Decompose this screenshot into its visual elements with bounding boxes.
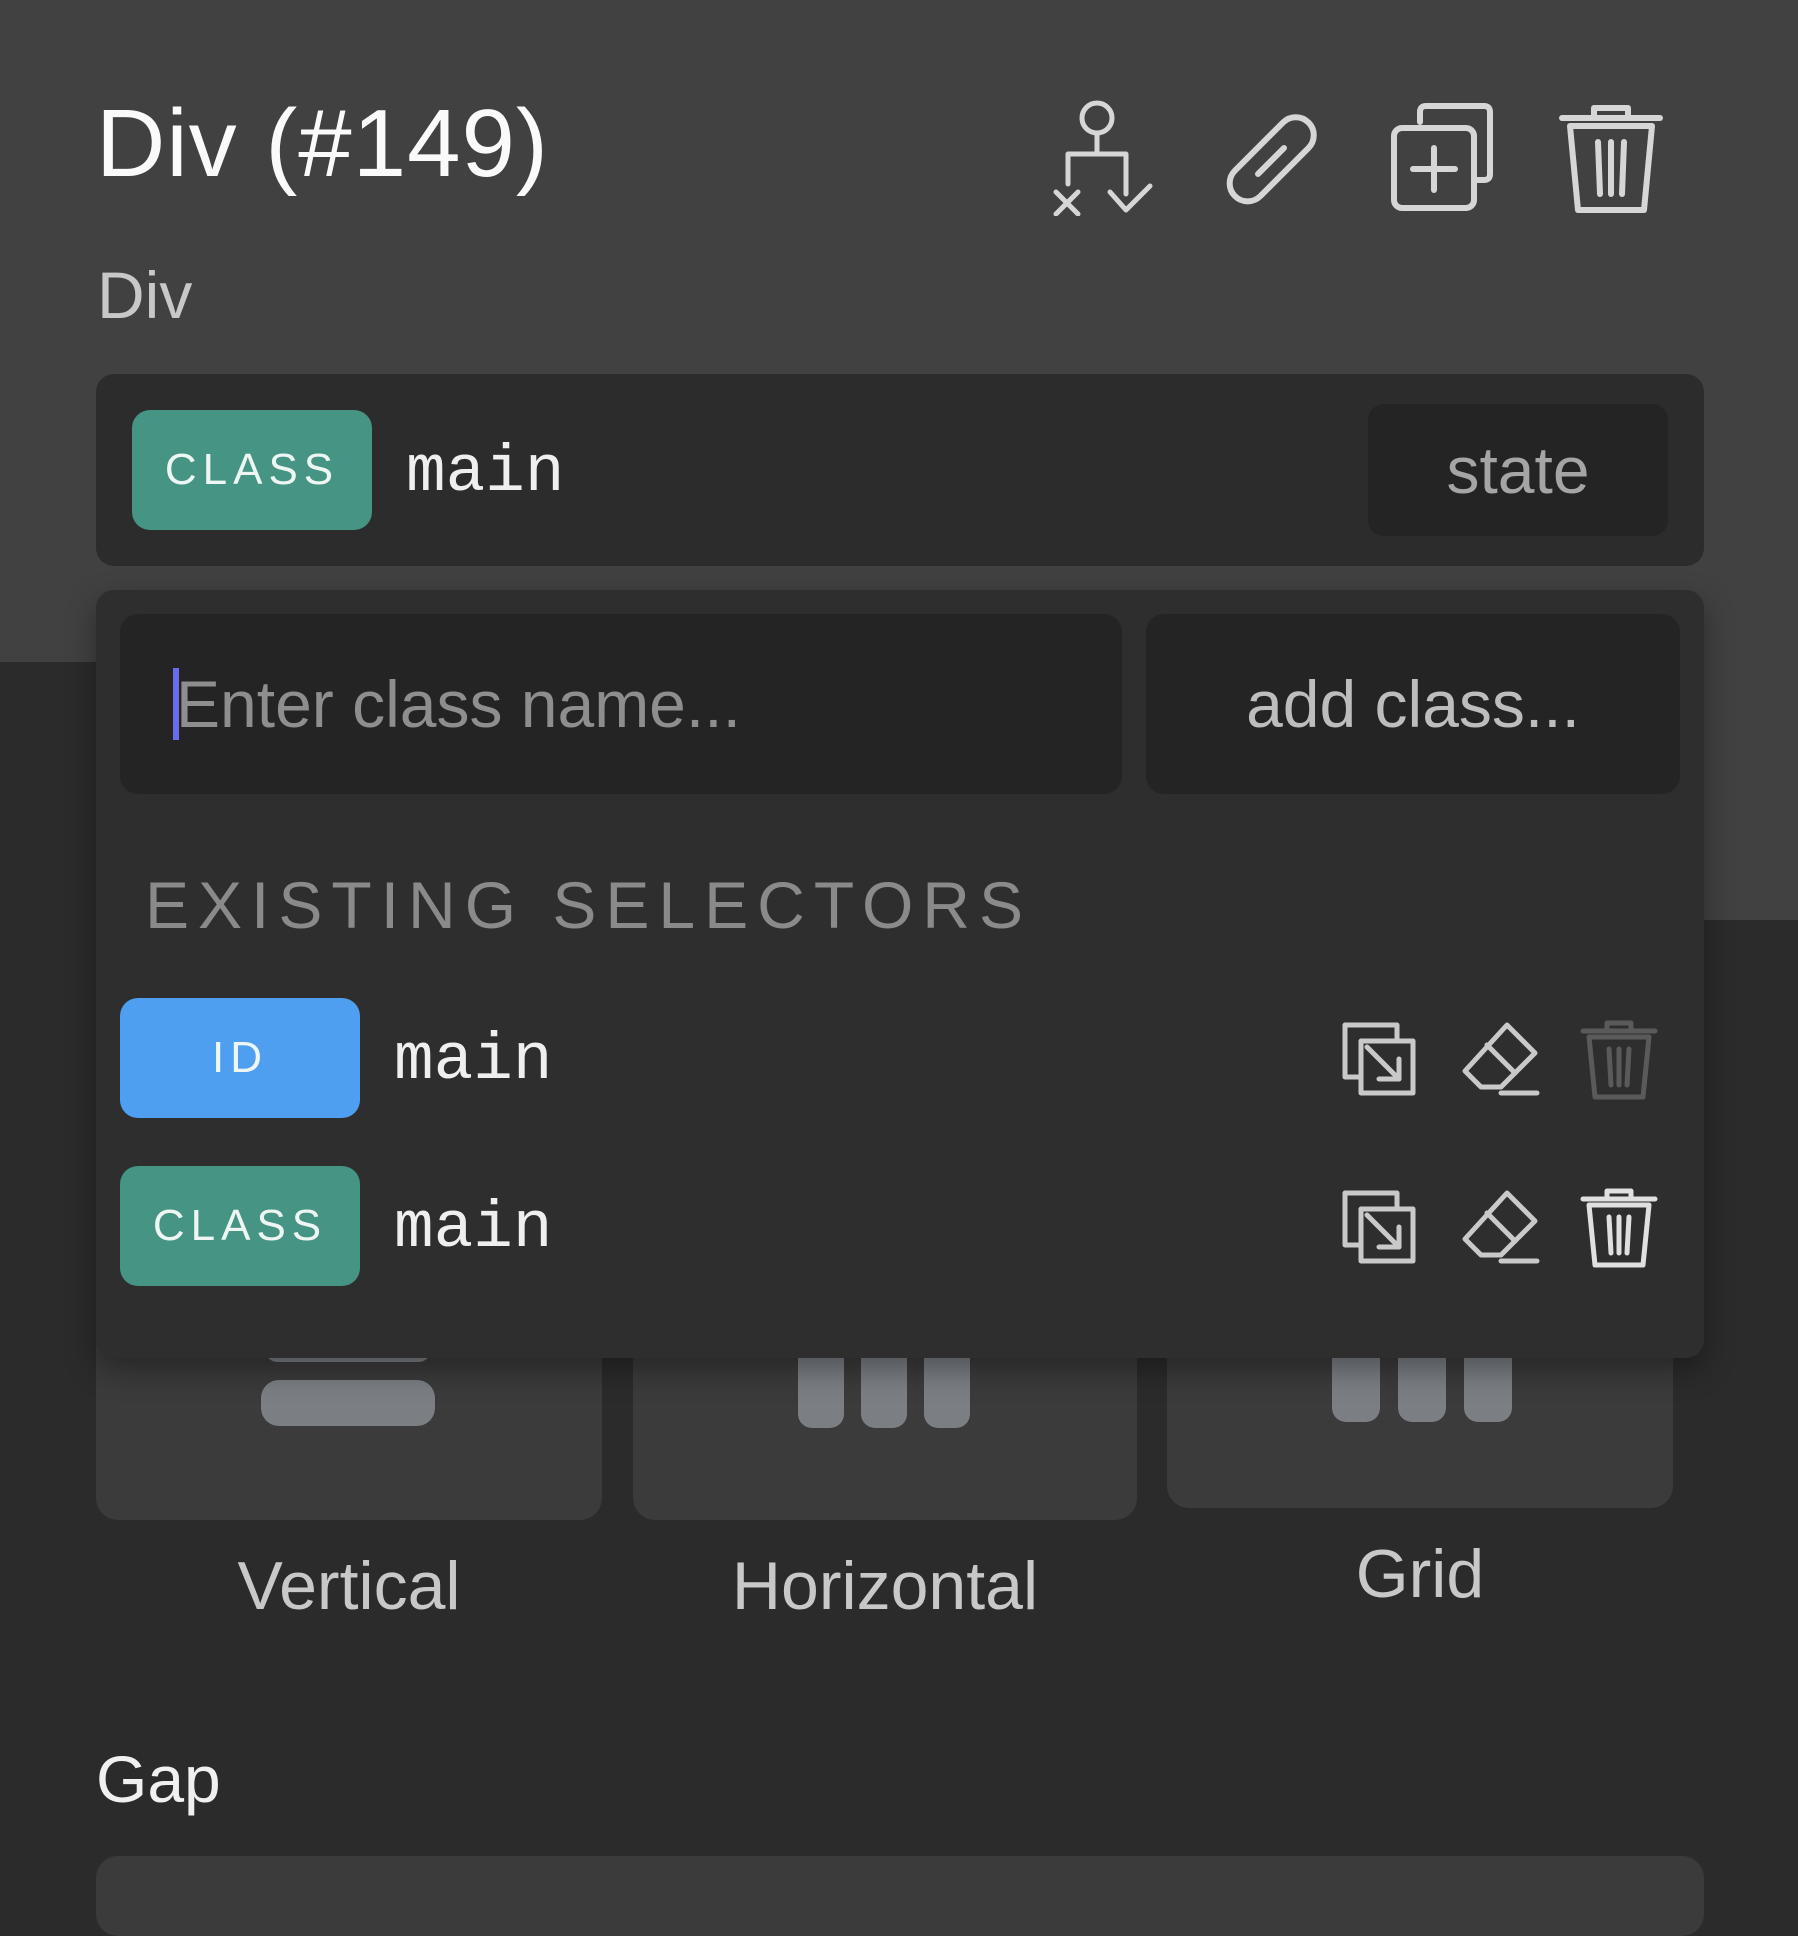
layout-label-vertical: Vertical <box>237 1548 461 1624</box>
existing-selector-name[interactable]: main <box>394 1028 552 1094</box>
layout-label-grid: Grid <box>1355 1536 1485 1612</box>
element-type: Div <box>97 258 193 332</box>
trash-icon[interactable] <box>1546 92 1676 222</box>
text-caret <box>173 668 179 740</box>
link-icon[interactable] <box>1206 92 1336 222</box>
eraser-icon[interactable] <box>1454 1014 1544 1104</box>
class-badge[interactable]: CLASS <box>120 1166 360 1286</box>
trash-icon[interactable] <box>1574 1182 1664 1272</box>
selector-name: main <box>406 435 565 510</box>
layout-label-horizontal: Horizontal <box>731 1548 1039 1624</box>
element-title: Div (#149) <box>96 90 549 197</box>
trash-icon <box>1574 1014 1664 1104</box>
state-button[interactable]: state <box>1368 404 1668 536</box>
class-badge[interactable]: CLASS <box>132 410 372 530</box>
gap-label: Gap <box>96 1742 221 1816</box>
gap-field[interactable] <box>96 1856 1704 1936</box>
panel-edge-background <box>1700 662 1798 920</box>
duplicate-icon[interactable] <box>1376 92 1506 222</box>
reparent-icon[interactable] <box>1038 92 1168 222</box>
existing-selector-name[interactable]: main <box>394 1196 552 1262</box>
open-selector-icon[interactable] <box>1334 1014 1424 1104</box>
existing-selectors-heading: EXISTING SELECTORS <box>145 868 1032 942</box>
open-selector-icon[interactable] <box>1334 1182 1424 1272</box>
class-name-input[interactable] <box>120 614 1122 794</box>
eraser-icon[interactable] <box>1454 1182 1544 1272</box>
vertical-layout-bar <box>261 1380 435 1426</box>
id-badge[interactable]: ID <box>120 998 360 1118</box>
add-class-button[interactable]: add class... <box>1146 614 1680 794</box>
